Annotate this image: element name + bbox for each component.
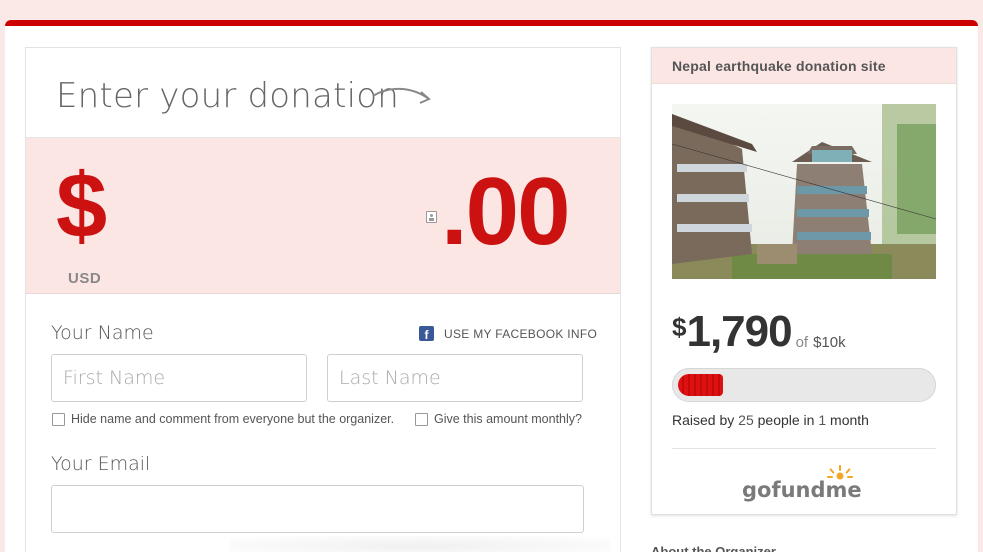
campaign-title: Nepal earthquake donation site xyxy=(652,48,956,84)
campaign-photo xyxy=(672,104,936,279)
currency-symbol: $ xyxy=(56,155,108,257)
amount-input-box[interactable]: $ USD .00 xyxy=(26,138,620,294)
divider xyxy=(672,448,936,449)
hide-name-label: Hide name and comment from everyone but … xyxy=(71,412,395,426)
curved-arrow-icon xyxy=(372,87,431,104)
campaign-photo-image xyxy=(672,104,936,279)
raised-of: of xyxy=(795,334,809,351)
donation-header: Enter your donation xyxy=(26,48,620,138)
donation-title: Enter your donation xyxy=(56,76,400,116)
monthly-label: Give this amount monthly? xyxy=(434,412,582,426)
monthly-checkbox-row[interactable]: Give this amount monthly? xyxy=(415,412,582,426)
raised-amount: 1,790 xyxy=(686,307,792,356)
duration-unit: month xyxy=(830,412,869,428)
raised-by-text: Raised by 25 people in 1 month xyxy=(672,412,869,428)
footer-shadow xyxy=(230,536,610,552)
first-name-field[interactable]: First Name xyxy=(51,354,307,402)
people-suffix: people in xyxy=(757,412,815,428)
amount-cents: .00 xyxy=(441,158,570,265)
raised-by-prefix: Raised by xyxy=(672,412,735,428)
raised-currency: $ xyxy=(672,312,687,342)
goal-amount: $10k xyxy=(813,334,846,351)
currency-code: USD xyxy=(68,270,102,287)
facebook-info-link[interactable]: f USE MY FACEBOOK INFO xyxy=(419,326,597,341)
email-label: Your Email xyxy=(51,453,151,475)
monthly-checkbox[interactable] xyxy=(415,412,428,426)
people-count: 25 xyxy=(738,412,754,428)
contact-card-icon[interactable] xyxy=(426,211,437,223)
amount-raised: $ 1,790 of $10k xyxy=(672,310,846,354)
donation-card: Enter your donation $ USD .00 Your Name … xyxy=(25,47,621,552)
duration-count: 1 xyxy=(818,412,827,428)
email-field[interactable] xyxy=(51,485,584,533)
about-organizer-heading: About the Organizer xyxy=(651,544,776,552)
name-label: Your Name xyxy=(51,322,154,344)
hide-name-checkbox[interactable] xyxy=(52,412,65,426)
last-name-field[interactable]: Last Name xyxy=(327,354,583,402)
facebook-icon: f xyxy=(419,326,434,341)
facebook-info-label: USE MY FACEBOOK INFO xyxy=(444,326,598,341)
gofundme-logo-text: gofundme xyxy=(742,478,862,502)
hide-name-checkbox-row[interactable]: Hide name and comment from everyone but … xyxy=(52,412,394,426)
gofundme-logo[interactable]: gofundme xyxy=(740,464,870,504)
progress-fill xyxy=(678,374,724,396)
campaign-card: Nepal earthquake donation site $ 1,790 o… xyxy=(651,47,957,515)
progress-bar xyxy=(672,368,936,402)
